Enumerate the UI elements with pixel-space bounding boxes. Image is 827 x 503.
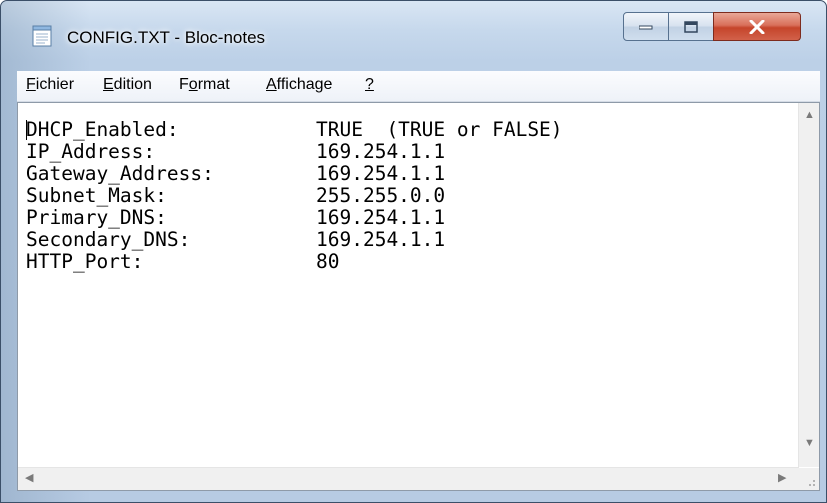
horizontal-scrollbar[interactable]: ◀ ▶ xyxy=(18,467,799,490)
text-editor[interactable]: DHCP_Enabled: TRUE (TRUE or FALSE) IP_Add… xyxy=(17,102,820,491)
window-title: CONFIG.TXT - Bloc-notes xyxy=(67,28,266,47)
menu-view[interactable]: Affichage xyxy=(266,76,332,94)
minimize-button[interactable] xyxy=(623,12,669,41)
scroll-up-arrow-icon[interactable]: ▲ xyxy=(804,110,815,121)
config-line-http-port: HTTP_Port: 80 xyxy=(26,250,340,273)
scroll-left-arrow-icon[interactable]: ◀ xyxy=(25,473,33,484)
size-grip[interactable] xyxy=(798,468,819,490)
config-line-dhcp: DHCP_Enabled: TRUE (TRUE or FALSE) xyxy=(26,118,563,141)
window-controls xyxy=(623,12,801,41)
scroll-right-arrow-icon[interactable]: ▶ xyxy=(778,473,786,484)
notepad-window: CONFIG.TXT - Bloc-notes Fichier Edition … xyxy=(0,0,827,503)
close-button[interactable] xyxy=(713,12,801,41)
document-text[interactable]: DHCP_Enabled: TRUE (TRUE or FALSE) IP_Add… xyxy=(26,119,563,273)
notepad-icon[interactable] xyxy=(32,25,52,47)
config-line-subnet: Subnet_Mask: 255.255.0.0 xyxy=(26,184,446,207)
vertical-scrollbar[interactable]: ▲ ▼ xyxy=(798,103,819,467)
menu-file[interactable]: Fichier xyxy=(26,76,74,94)
menu-help[interactable]: ? xyxy=(365,76,374,94)
config-line-secondary-dns: Secondary_DNS: 169.254.1.1 xyxy=(26,228,446,251)
menu-bar: Fichier Edition Format Affichage ? xyxy=(17,71,820,102)
menu-format[interactable]: Format xyxy=(179,76,230,94)
text-caret xyxy=(26,120,27,140)
menu-edit[interactable]: Edition xyxy=(103,76,152,94)
config-line-primary-dns: Primary_DNS: 169.254.1.1 xyxy=(26,206,446,229)
resize-grip-icon xyxy=(809,480,815,486)
config-line-ip: IP_Address: 169.254.1.1 xyxy=(26,140,446,163)
title-bar[interactable]: CONFIG.TXT - Bloc-notes xyxy=(1,1,826,61)
config-line-gateway: Gateway_Address: 169.254.1.1 xyxy=(26,162,446,185)
scroll-down-arrow-icon[interactable]: ▼ xyxy=(804,438,815,449)
maximize-button[interactable] xyxy=(669,12,713,41)
